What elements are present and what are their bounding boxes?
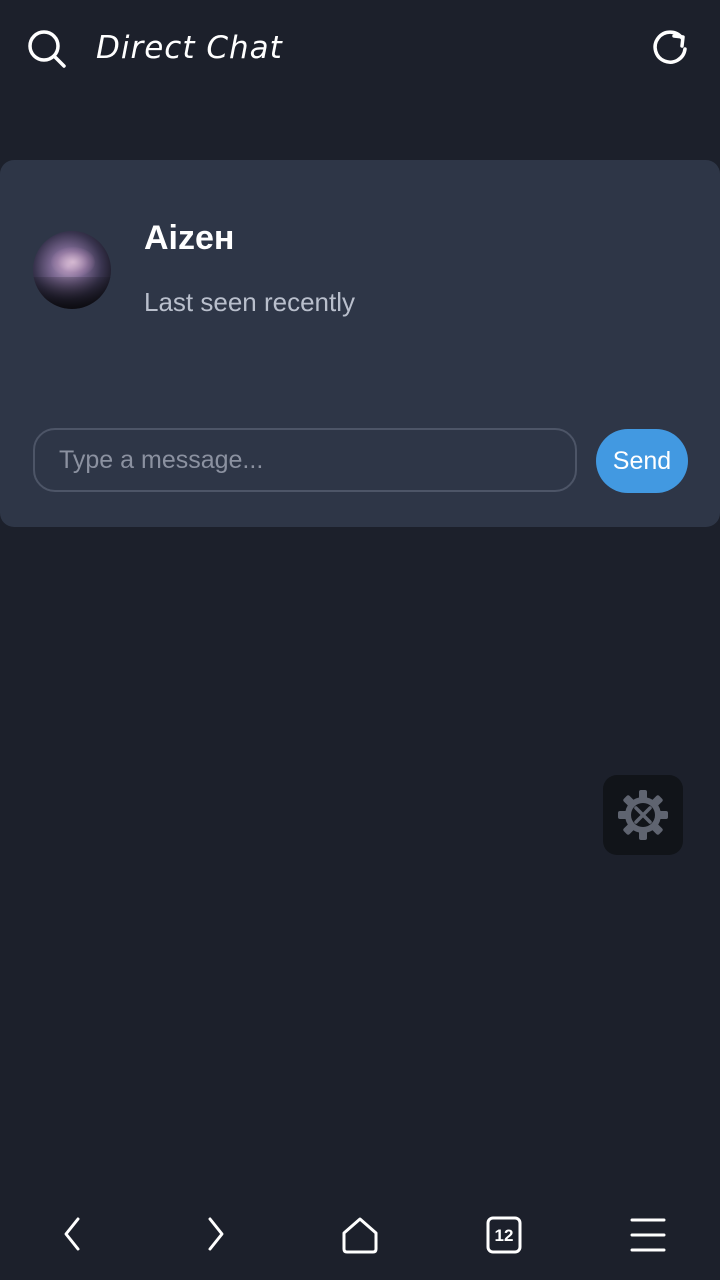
gear-tools-icon: [618, 790, 668, 840]
tools-button[interactable]: [603, 775, 683, 855]
back-icon: [64, 1217, 80, 1251]
avatar[interactable]: [33, 231, 111, 309]
top-bar: Direct Chat: [0, 0, 720, 96]
home-icon: [342, 1217, 378, 1254]
message-input[interactable]: [33, 428, 577, 492]
tab-count: 12: [494, 1226, 514, 1245]
chat-card: Aizeн Last seen recently Send: [0, 160, 720, 527]
refresh-icon[interactable]: [648, 26, 692, 70]
back-button[interactable]: [44, 1208, 100, 1264]
avatar-highlight: [51, 247, 95, 277]
tabs-button[interactable]: 12: [476, 1208, 532, 1264]
browser-nav-bar: 12: [0, 1192, 720, 1280]
menu-icon: [630, 1218, 666, 1252]
avatar-shade: [33, 277, 111, 309]
menu-button[interactable]: [620, 1208, 676, 1264]
page-title: Direct Chat: [96, 30, 283, 66]
forward-button[interactable]: [188, 1208, 244, 1264]
forward-icon: [208, 1217, 224, 1251]
contact-name: Aizeн: [144, 219, 235, 257]
contact-status: Last seen recently: [144, 287, 356, 317]
home-button[interactable]: [332, 1208, 388, 1264]
send-button[interactable]: Send: [596, 429, 688, 493]
search-icon[interactable]: [26, 28, 68, 70]
